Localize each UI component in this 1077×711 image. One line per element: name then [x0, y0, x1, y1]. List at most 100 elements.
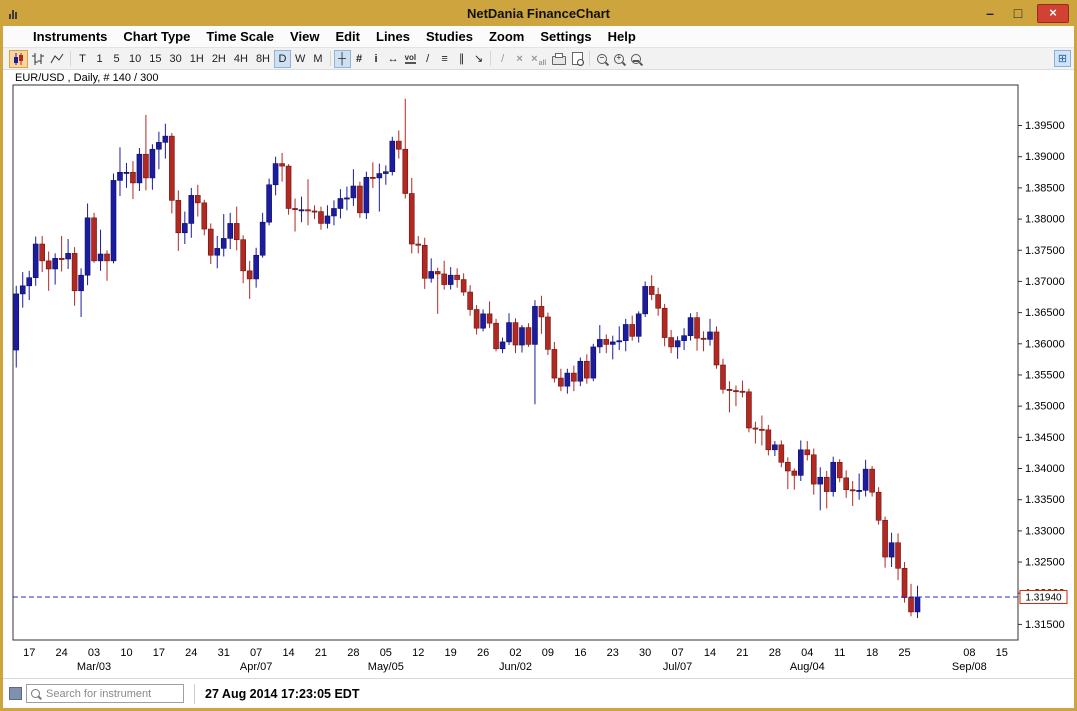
- horizontal-scroll-button[interactable]: ↔: [385, 50, 402, 68]
- zoom-in-icon: +: [614, 54, 624, 64]
- svg-text:1.32500: 1.32500: [1025, 557, 1065, 569]
- svg-text:1.36500: 1.36500: [1025, 307, 1065, 319]
- svg-text:1.39000: 1.39000: [1025, 151, 1065, 163]
- timescale-button-4h[interactable]: 4H: [230, 50, 252, 68]
- channel-button[interactable]: ∥: [453, 50, 470, 68]
- search-input[interactable]: [44, 687, 179, 701]
- info-button[interactable]: i: [368, 50, 385, 68]
- delete-all-button[interactable]: ×all: [528, 50, 549, 68]
- svg-text:1.36000: 1.36000: [1025, 338, 1065, 350]
- svg-text:02: 02: [509, 647, 521, 659]
- side-panel-button[interactable]: ⊞: [1054, 50, 1071, 67]
- grid-button[interactable]: #: [351, 50, 368, 68]
- remove-line-icon: /: [501, 53, 504, 65]
- timescale-button-30[interactable]: 30: [166, 50, 186, 68]
- volume-button[interactable]: vol: [402, 50, 420, 68]
- svg-text:1.35000: 1.35000: [1025, 401, 1065, 413]
- svg-text:03: 03: [88, 647, 100, 659]
- svg-text:1.34500: 1.34500: [1025, 432, 1065, 444]
- ohlc-bars-chart-button[interactable]: [28, 50, 47, 68]
- print-button[interactable]: [549, 50, 569, 68]
- toolbar-separator: [330, 51, 331, 66]
- svg-text:24: 24: [56, 647, 68, 659]
- menu-item-lines[interactable]: Lines: [368, 29, 418, 44]
- svg-text:30: 30: [639, 647, 651, 659]
- svg-text:Aug/04: Aug/04: [790, 661, 825, 673]
- channel-icon: ∥: [459, 52, 465, 65]
- search-icon: [31, 689, 40, 698]
- menu-item-instruments[interactable]: Instruments: [25, 29, 115, 44]
- menu-item-chart-type[interactable]: Chart Type: [115, 29, 198, 44]
- remove-line-button[interactable]: /: [494, 50, 511, 68]
- svg-text:07: 07: [671, 647, 683, 659]
- menu-item-studies[interactable]: Studies: [418, 29, 481, 44]
- print-preview-icon: [572, 52, 583, 65]
- price-chart[interactable]: 1.315001.320001.325001.330001.335001.340…: [3, 70, 1074, 678]
- timescale-button-2h[interactable]: 2H: [208, 50, 230, 68]
- menu-item-settings[interactable]: Settings: [532, 29, 599, 44]
- svg-text:16: 16: [574, 647, 586, 659]
- svg-text:Jun/02: Jun/02: [499, 661, 532, 673]
- candlestick-chart-button[interactable]: [9, 50, 28, 68]
- instrument-search-box[interactable]: [26, 684, 184, 703]
- menu-item-time-scale[interactable]: Time Scale: [198, 29, 282, 44]
- svg-text:Mar/03: Mar/03: [77, 661, 111, 673]
- svg-text:17: 17: [153, 647, 165, 659]
- price-axis: 1.315001.320001.325001.330001.335001.340…: [1018, 120, 1065, 631]
- svg-text:12: 12: [412, 647, 424, 659]
- svg-text:May/05: May/05: [368, 661, 404, 673]
- time-axis: 1724031017243107142128051219260209162330…: [23, 647, 1008, 673]
- minimize-button[interactable]: –: [981, 5, 999, 22]
- svg-text:05: 05: [380, 647, 392, 659]
- timescale-button-10[interactable]: 10: [125, 50, 145, 68]
- fibonacci-button[interactable]: ≡: [436, 50, 453, 68]
- zoom-reset-button[interactable]: [627, 50, 644, 68]
- zoom-out-icon: −: [597, 54, 607, 64]
- maximize-button[interactable]: □: [1009, 5, 1027, 22]
- window-title: NetDania FinanceChart: [0, 6, 1077, 21]
- svg-text:31: 31: [218, 647, 230, 659]
- timescale-button-daily[interactable]: D: [274, 50, 291, 68]
- grid-icon: #: [356, 53, 362, 65]
- line-chart-icon: [50, 52, 64, 66]
- zoom-out-button[interactable]: −: [593, 50, 610, 68]
- toolbar-separator: [490, 51, 491, 66]
- menu-item-help[interactable]: Help: [600, 29, 644, 44]
- delete-selected-button[interactable]: ×: [511, 50, 528, 68]
- close-button[interactable]: ×: [1037, 4, 1069, 23]
- timescale-button-tick[interactable]: T: [74, 50, 91, 68]
- chart-region: EUR/USD , Daily, # 140 / 300 1.315001.32…: [3, 70, 1074, 678]
- svg-text:23: 23: [607, 647, 619, 659]
- delete-icon: ×: [516, 53, 522, 65]
- svg-text:14: 14: [704, 647, 716, 659]
- title-bar[interactable]: NetDania FinanceChart – □ ×: [0, 0, 1077, 26]
- toolbar: T 1 5 10 15 30 1H 2H 4H 8H D W M ┼ # i ↔…: [3, 48, 1074, 70]
- timescale-button-8h[interactable]: 8H: [252, 50, 274, 68]
- timescale-button-15[interactable]: 15: [145, 50, 165, 68]
- timescale-button-weekly[interactable]: W: [291, 50, 309, 68]
- menu-item-edit[interactable]: Edit: [327, 29, 368, 44]
- trendline-icon: /: [426, 53, 429, 65]
- info-icon: i: [375, 53, 378, 65]
- arrow-annotation-button[interactable]: ↘: [470, 50, 487, 68]
- svg-text:26: 26: [477, 647, 489, 659]
- menu-item-view[interactable]: View: [282, 29, 327, 44]
- arrow-annotation-icon: ↘: [474, 52, 483, 65]
- svg-text:07: 07: [250, 647, 262, 659]
- timescale-button-1[interactable]: 1: [91, 50, 108, 68]
- svg-text:Sep/08: Sep/08: [952, 661, 987, 673]
- zoom-in-button[interactable]: +: [610, 50, 627, 68]
- timescale-button-1h[interactable]: 1H: [186, 50, 208, 68]
- status-bar: 27 Aug 2014 17:23:05 EDT: [3, 678, 1074, 708]
- timescale-button-5[interactable]: 5: [108, 50, 125, 68]
- timescale-button-monthly[interactable]: M: [309, 50, 326, 68]
- menu-item-zoom[interactable]: Zoom: [481, 29, 532, 44]
- trendline-button[interactable]: /: [419, 50, 436, 68]
- app-icon: [9, 8, 17, 19]
- grip-icon: [9, 687, 22, 700]
- crosshair-button[interactable]: ┼: [334, 50, 351, 68]
- svg-text:15: 15: [996, 647, 1008, 659]
- print-preview-button[interactable]: [569, 50, 586, 68]
- line-chart-button[interactable]: [47, 50, 67, 68]
- svg-text:1.33500: 1.33500: [1025, 494, 1065, 506]
